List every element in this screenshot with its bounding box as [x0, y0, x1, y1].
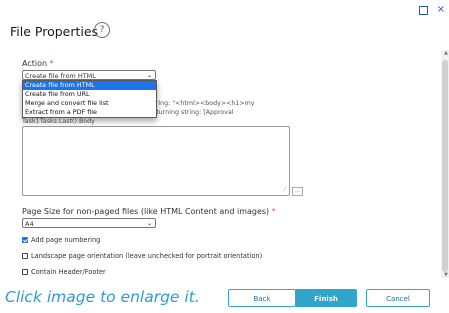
finish-button[interactable]: Finish — [295, 289, 357, 307]
page-numbering-checkbox[interactable] — [22, 237, 28, 243]
cancel-button[interactable]: Cancel — [366, 289, 430, 307]
dropdown-option-extract[interactable]: Extract from a PDF file — [23, 108, 156, 117]
dropdown-option-merge[interactable]: Merge and convert file list — [23, 99, 156, 108]
dropdown-option-html[interactable]: Create file from HTML — [23, 81, 156, 90]
header-footer-checkbox[interactable] — [22, 269, 28, 275]
html-content-textarea[interactable]: ⟋ — [22, 126, 290, 196]
enlarge-caption[interactable]: Click image to enlarge it. — [5, 288, 200, 306]
scroll-down-arrow-icon[interactable]: ▼ — [444, 272, 448, 278]
landscape-label: Landscape page orientation (leave unchec… — [31, 252, 263, 260]
chevron-down-icon: ⌄ — [146, 220, 152, 227]
page-numbering-label: Add page numbering — [31, 236, 101, 244]
page-size-select[interactable]: A4 ⌄ — [22, 218, 156, 228]
action-label: Action * — [22, 59, 54, 68]
page-size-select-value: A4 — [25, 220, 34, 228]
page-size-label-text: Page Size for non-paged files (like HTML… — [22, 207, 270, 216]
window-controls: × — [418, 4, 445, 16]
dropdown-option-url[interactable]: Create file from URL — [23, 90, 156, 99]
header-footer-label: Contain Header/Footer — [31, 268, 106, 276]
maximize-icon[interactable] — [418, 6, 428, 15]
landscape-checkbox[interactable] — [22, 253, 28, 259]
help-text-line1: string: "<html><body><h1>my — [150, 100, 255, 107]
action-dropdown-list: Create file from HTML Create file from U… — [22, 80, 157, 118]
help-icon[interactable]: ? — [94, 22, 110, 38]
landscape-option[interactable]: Landscape page orientation (leave unchec… — [22, 252, 262, 260]
resize-handle-icon[interactable]: ⟋ — [283, 186, 287, 194]
page-size-label: Page Size for non-paged files (like HTML… — [22, 207, 276, 216]
help-text-line3: Task].Tasks.Last().Body — [22, 118, 95, 125]
scrollbar-thumb[interactable] — [442, 60, 448, 272]
scroll-up-arrow-icon[interactable]: ▲ — [444, 50, 448, 56]
required-mark: * — [271, 207, 276, 216]
close-icon[interactable]: × — [437, 4, 445, 16]
required-mark: * — [49, 59, 54, 68]
action-label-text: Action — [22, 59, 48, 68]
help-text-line2: returning string: [Approval — [150, 109, 234, 116]
action-select[interactable]: Create file from HTML ⌄ — [22, 70, 156, 80]
back-button[interactable]: Back — [228, 289, 296, 307]
page-numbering-option[interactable]: Add page numbering — [22, 236, 100, 244]
header-footer-option[interactable]: Contain Header/Footer — [22, 268, 106, 276]
expression-builder-button[interactable]: ... — [292, 187, 303, 196]
action-select-value: Create file from HTML — [25, 72, 96, 80]
page-title: File Properties — [10, 24, 99, 39]
